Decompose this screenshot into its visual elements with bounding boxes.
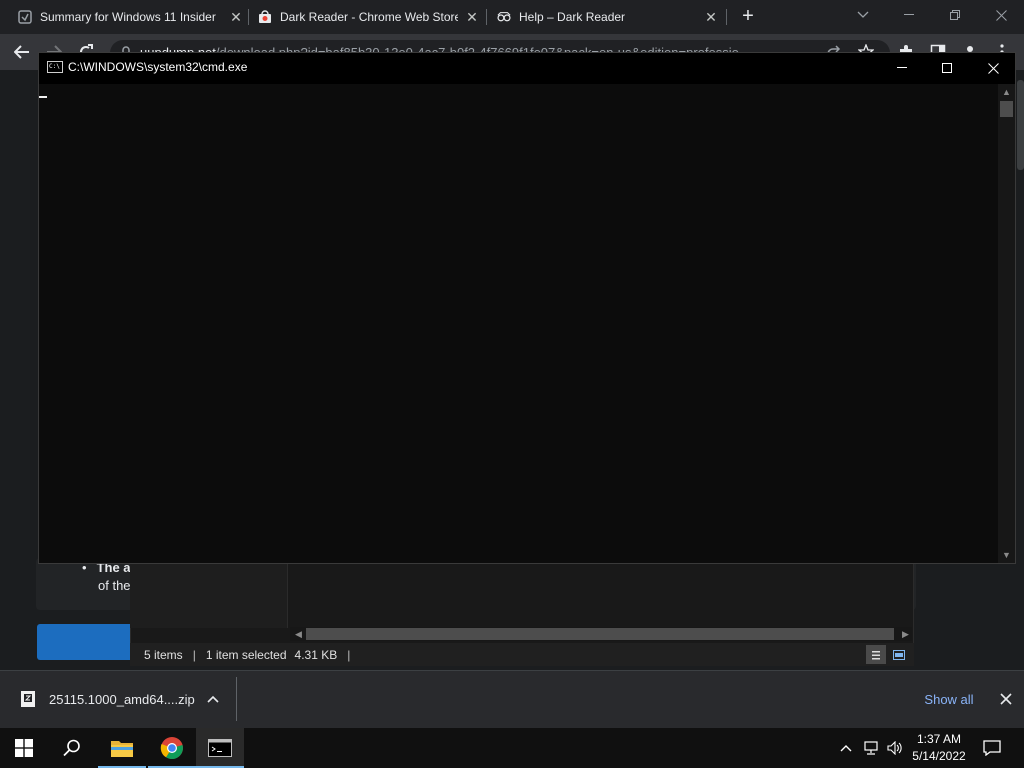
chevron-up-icon[interactable] bbox=[204, 690, 222, 708]
zip-file-icon bbox=[20, 690, 36, 708]
cmd-maximize-button[interactable] bbox=[924, 53, 970, 83]
page-scrollbar-thumb[interactable] bbox=[1017, 80, 1024, 170]
back-arrow-icon[interactable] bbox=[12, 42, 32, 62]
scroll-up-arrow-icon[interactable]: ▲ bbox=[998, 87, 1015, 97]
page-primary-button[interactable] bbox=[37, 624, 137, 660]
dark-reader-favicon-icon bbox=[497, 12, 511, 22]
tab-search-chevron-down-icon[interactable] bbox=[840, 0, 886, 30]
tab-close-icon[interactable]: ✕ bbox=[703, 9, 719, 25]
bullet-second-line: of the bbox=[98, 578, 131, 593]
browser-tab-strip: Summary for Windows 11 Insider ✕ Dark Re… bbox=[0, 0, 1024, 34]
action-center-notification-icon[interactable] bbox=[980, 738, 1004, 758]
minimize-browser-button[interactable] bbox=[886, 0, 932, 30]
scroll-down-arrow-icon[interactable]: ▼ bbox=[998, 550, 1015, 560]
download-divider bbox=[236, 677, 237, 721]
explorer-status-bar: 5 items | 1 item selected 4.31 KB | bbox=[130, 643, 914, 666]
volume-icon[interactable] bbox=[886, 738, 904, 758]
cmd-app-icon[interactable]: C:\ bbox=[47, 61, 63, 73]
tab-title: Help – Dark Reader bbox=[519, 10, 626, 24]
show-all-downloads-button[interactable]: Show all bbox=[916, 688, 982, 710]
cmd-minimize-button[interactable] bbox=[879, 53, 925, 83]
close-browser-button[interactable] bbox=[978, 0, 1024, 30]
file-explorer-taskbar-icon[interactable] bbox=[98, 728, 146, 768]
show-hidden-icons-chevron-icon[interactable] bbox=[838, 738, 854, 758]
restore-browser-button[interactable] bbox=[932, 0, 978, 30]
cmd-console-area[interactable] bbox=[39, 84, 998, 563]
taskbar-clock[interactable]: 1:37 AM 5/14/2022 bbox=[908, 731, 970, 765]
tab-help-dark-reader[interactable]: Help – Dark Reader ✕ bbox=[497, 0, 719, 34]
start-button-windows-icon[interactable] bbox=[0, 728, 48, 768]
explorer-scroll-thumb[interactable] bbox=[306, 628, 894, 640]
chrome-taskbar-icon[interactable] bbox=[148, 728, 196, 768]
tab-summary-windows-11[interactable]: Summary for Windows 11 Insider ✕ bbox=[18, 0, 244, 34]
clock-date: 5/14/2022 bbox=[912, 749, 966, 763]
status-size: 4.31 KB bbox=[294, 647, 338, 662]
search-icon[interactable] bbox=[48, 728, 96, 768]
cmd-close-button[interactable] bbox=[970, 53, 1016, 83]
scroll-left-arrow-icon[interactable]: ◀ bbox=[290, 629, 307, 640]
uupdump-favicon-icon bbox=[18, 10, 32, 24]
cmd-text-cursor bbox=[39, 96, 47, 98]
tab-close-icon[interactable]: ✕ bbox=[464, 9, 480, 25]
tab-divider bbox=[248, 9, 249, 25]
tab-title: Dark Reader - Chrome Web Store bbox=[280, 10, 458, 24]
status-item-count: 5 items bbox=[144, 647, 183, 662]
tab-close-icon[interactable]: ✕ bbox=[228, 9, 244, 25]
tab-divider bbox=[486, 9, 487, 25]
cmd-vertical-scrollbar[interactable] bbox=[998, 84, 1015, 563]
cmd-scroll-thumb[interactable] bbox=[1000, 101, 1013, 117]
new-tab-button[interactable]: + bbox=[738, 6, 758, 27]
tab-title: Summary for Windows 11 Insider bbox=[40, 10, 216, 24]
large-icons-view-icon[interactable] bbox=[889, 645, 909, 664]
clock-time: 1:37 AM bbox=[916, 732, 962, 746]
download-file-name: 25115.1000_amd64....zip bbox=[49, 692, 195, 707]
web-store-favicon-icon bbox=[259, 10, 271, 23]
details-view-icon[interactable] bbox=[866, 645, 886, 664]
network-icon[interactable] bbox=[862, 738, 880, 758]
explorer-navigation-pane[interactable] bbox=[130, 562, 288, 628]
status-separator: | bbox=[347, 647, 351, 662]
close-downloads-shelf-icon[interactable] bbox=[996, 690, 1016, 708]
status-separator: | bbox=[192, 647, 196, 662]
tab-divider bbox=[726, 9, 727, 25]
cmd-taskbar-icon[interactable] bbox=[196, 728, 244, 768]
tab-dark-reader-web-store[interactable]: Dark Reader - Chrome Web Store ✕ bbox=[258, 0, 480, 34]
status-selected: 1 item selected bbox=[205, 647, 287, 662]
scroll-right-arrow-icon[interactable]: ▶ bbox=[897, 629, 914, 640]
cmd-window-title: C:\WINDOWS\system32\cmd.exe bbox=[68, 60, 248, 74]
page-bullet-text: • The a of the bbox=[82, 560, 131, 593]
